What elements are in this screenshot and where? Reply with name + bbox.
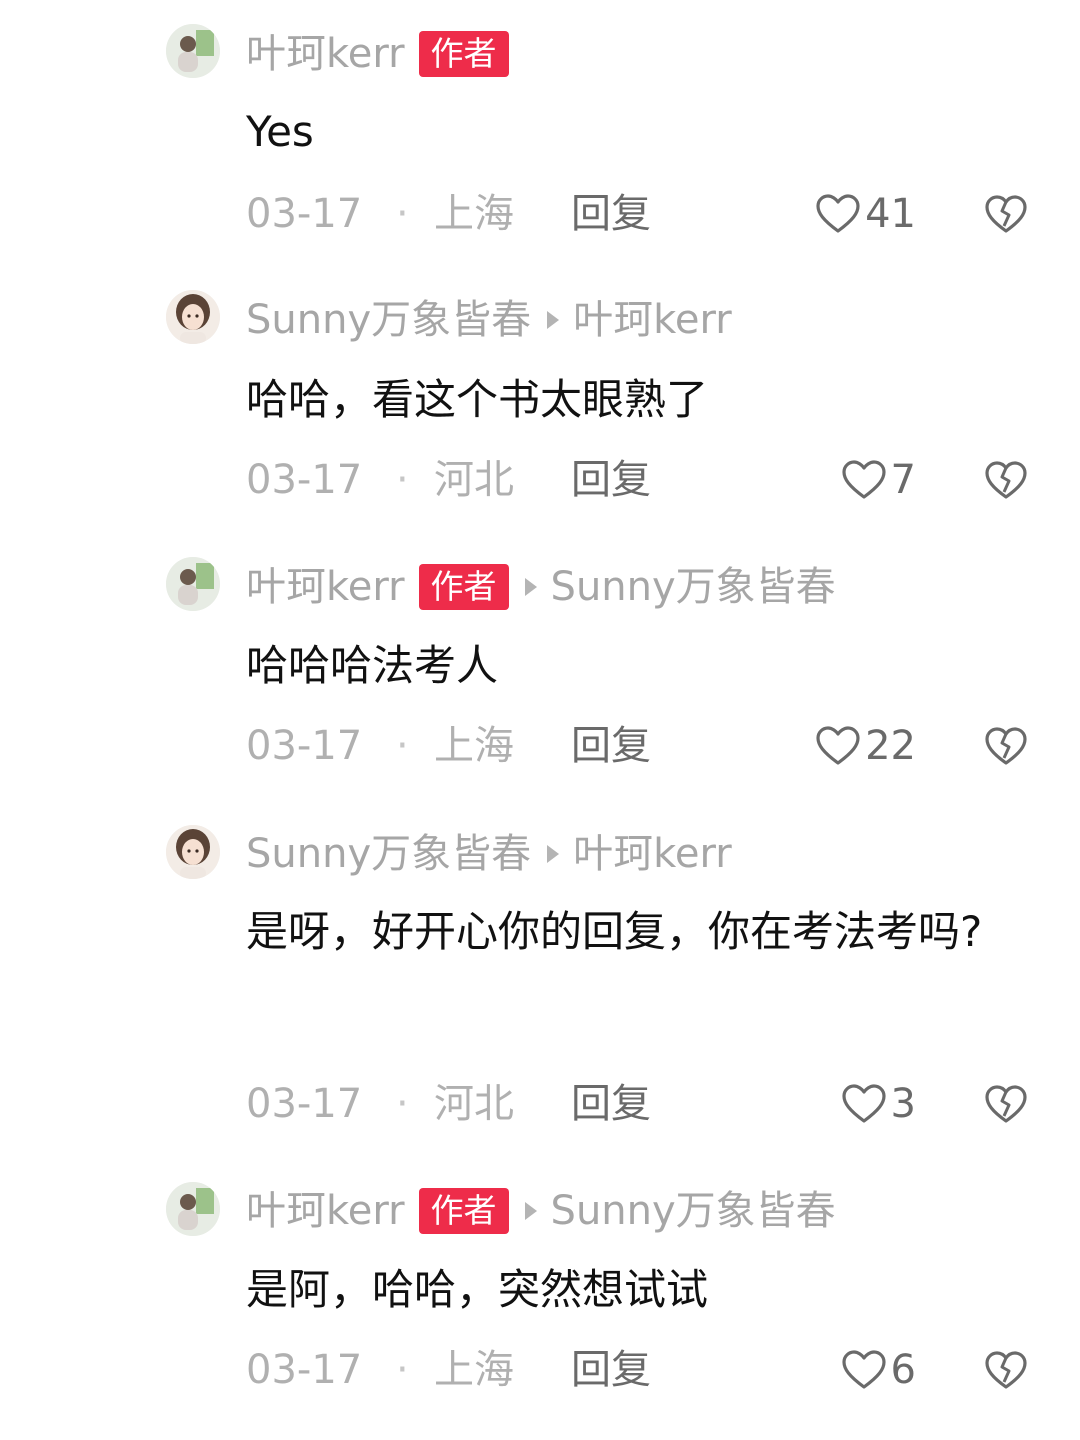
triangle-right-icon <box>524 578 537 596</box>
avatar[interactable] <box>166 24 220 78</box>
avatar[interactable] <box>166 1182 220 1236</box>
triangle-right-icon <box>547 845 560 863</box>
reply-to-username[interactable]: Sunny万象皆春 <box>551 1183 836 1239</box>
comment-location: 上海 <box>434 191 514 237</box>
username[interactable]: 叶珂kerr <box>246 26 405 82</box>
heart-outline-icon <box>841 460 886 499</box>
comment-meta: 03-17 · 上海 回复 22 <box>246 716 1080 776</box>
like-button[interactable]: 6 <box>841 1340 916 1400</box>
reply-button[interactable]: 回复 <box>571 450 651 510</box>
like-count: 7 <box>890 457 916 503</box>
reply-button[interactable]: 回复 <box>571 1074 651 1134</box>
comment-header: Sunny万象皆春 叶珂kerr <box>246 826 732 882</box>
avatar[interactable] <box>166 290 220 344</box>
like-button[interactable]: 22 <box>815 716 916 776</box>
broken-heart-icon[interactable] <box>984 193 1028 235</box>
author-badge: 作者 <box>418 1188 509 1234</box>
comment-meta: 03-17 · 上海 回复 6 <box>246 1340 1080 1400</box>
username[interactable]: Sunny万象皆春 <box>246 292 531 348</box>
comment-text: Yes <box>246 107 314 156</box>
reply-to-username[interactable]: 叶珂kerr <box>573 292 732 348</box>
author-badge: 作者 <box>418 564 509 610</box>
triangle-right-icon <box>547 311 560 329</box>
comment-header: Sunny万象皆春 叶珂kerr <box>246 292 732 348</box>
comment-text: 是呀，好开心你的回复，你在考法考吗? <box>246 907 983 956</box>
comment-location: 上海 <box>434 1347 514 1393</box>
reply-to-username[interactable]: 叶珂kerr <box>573 826 732 882</box>
username[interactable]: 叶珂kerr <box>246 1183 405 1239</box>
comment-date: 03-17 <box>246 1081 363 1127</box>
comment-location: 河北 <box>434 457 514 503</box>
comment-meta: 03-17 · 河北 回复 3 <box>246 1074 1080 1134</box>
reply-button[interactable]: 回复 <box>571 716 651 776</box>
heart-outline-icon <box>841 1350 886 1389</box>
comment-location: 河北 <box>434 1081 514 1127</box>
broken-heart-icon[interactable] <box>984 1349 1028 1391</box>
reply-to-username[interactable]: Sunny万象皆春 <box>551 559 836 615</box>
comment-date: 03-17 <box>246 1347 363 1393</box>
broken-heart-icon[interactable] <box>984 459 1028 501</box>
reply-button[interactable]: 回复 <box>571 1340 651 1400</box>
comment-meta: 03-17 · 河北 回复 7 <box>246 450 1080 510</box>
comment-date: 03-17 <box>246 191 363 237</box>
reply-button[interactable]: 回复 <box>571 184 651 244</box>
like-button[interactable]: 3 <box>841 1074 916 1134</box>
like-button[interactable]: 7 <box>841 450 916 510</box>
comment-header: 叶珂kerr 作者 Sunny万象皆春 <box>246 559 836 615</box>
broken-heart-icon[interactable] <box>984 1083 1028 1125</box>
comment-text: 是阿，哈哈，突然想试试 <box>246 1265 709 1314</box>
comment-header: 叶珂kerr 作者 Sunny万象皆春 <box>246 1183 836 1239</box>
like-count: 3 <box>890 1081 916 1127</box>
like-button[interactable]: 41 <box>815 184 916 244</box>
username[interactable]: Sunny万象皆春 <box>246 826 531 882</box>
comment-header: 叶珂kerr 作者 <box>246 26 509 82</box>
meta-separator: · <box>396 1081 409 1127</box>
comment-text: 哈哈，看这个书太眼熟了 <box>246 375 709 424</box>
comment-meta: 03-17 · 上海 回复 41 <box>246 184 1080 244</box>
triangle-right-icon <box>524 1202 537 1220</box>
like-count: 41 <box>865 191 916 237</box>
avatar[interactable] <box>166 825 220 879</box>
comment-location: 上海 <box>434 723 514 769</box>
comment-text: 哈哈哈法考人 <box>246 641 499 690</box>
comment-date: 03-17 <box>246 457 363 503</box>
meta-separator: · <box>396 191 409 237</box>
meta-separator: · <box>396 1347 409 1393</box>
heart-outline-icon <box>816 194 860 233</box>
username[interactable]: 叶珂kerr <box>246 559 405 615</box>
heart-outline-icon <box>841 1084 886 1123</box>
like-count: 6 <box>890 1347 916 1393</box>
meta-separator: · <box>396 457 409 503</box>
heart-outline-icon <box>816 726 860 765</box>
like-count: 22 <box>865 723 916 769</box>
broken-heart-icon[interactable] <box>984 725 1028 767</box>
meta-separator: · <box>396 723 409 769</box>
author-badge: 作者 <box>418 31 509 77</box>
comment-date: 03-17 <box>246 723 363 769</box>
avatar[interactable] <box>166 557 220 611</box>
